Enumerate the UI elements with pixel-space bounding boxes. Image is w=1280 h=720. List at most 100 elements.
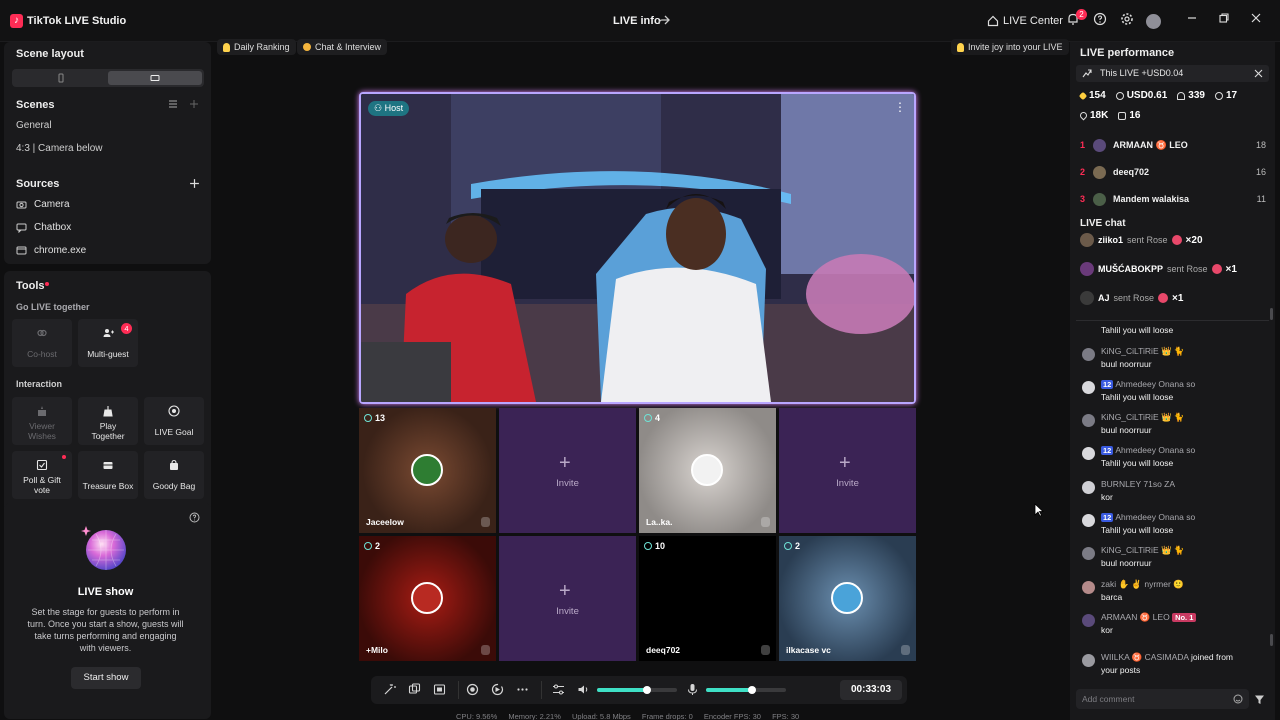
- avatar: [1093, 165, 1106, 179]
- gift-user: ziiko1: [1098, 235, 1124, 245]
- chat-text: buul noorruur: [1101, 558, 1152, 568]
- mic-icon[interactable]: [761, 645, 770, 655]
- mixer-icon[interactable]: [552, 683, 565, 696]
- live-show-desc-line: turn. Once you start a show, guests will: [27, 619, 184, 629]
- slider-knob[interactable]: [748, 686, 756, 694]
- slider-knob[interactable]: [643, 686, 651, 694]
- ranking-row[interactable]: 1 ARMAAN ♉ LEO 18: [1080, 136, 1266, 154]
- treasure-box-button[interactable]: Treasure Box: [78, 451, 138, 499]
- source-camera[interactable]: Camera: [16, 199, 70, 210]
- live-info-title[interactable]: LIVE info: [613, 15, 661, 27]
- mic-icon[interactable]: [761, 517, 770, 527]
- app-title: TikTok LIVE Studio: [27, 15, 127, 27]
- chat-username-line: ARMAAN ♉ LEO No. 1: [1101, 612, 1197, 623]
- goody-bag-button[interactable]: Goody Bag: [144, 451, 204, 499]
- guest-tile-2[interactable]: 4 La..ka.: [639, 408, 776, 533]
- microphone-icon[interactable]: [686, 683, 699, 696]
- multiguest-button[interactable]: 4 Multi-guest: [78, 319, 138, 367]
- cohost-button[interactable]: Co-host: [12, 319, 72, 367]
- record-icon[interactable]: [466, 683, 479, 696]
- play-together-button[interactable]: Play Together: [78, 397, 138, 445]
- poll-gift-vote-button[interactable]: Poll & Gift vote: [12, 451, 72, 499]
- source-chatbox[interactable]: Chatbox: [16, 222, 71, 233]
- tool-label: Goody Bag: [152, 481, 196, 491]
- chat-text: kor: [1101, 492, 1113, 502]
- gift-user: AJ: [1098, 293, 1110, 303]
- layout-toggle[interactable]: [12, 69, 204, 87]
- viewer-wishes-button[interactable]: Viewer Wishes: [12, 397, 72, 445]
- maximize-button[interactable]: [1218, 12, 1236, 30]
- magic-wand-icon[interactable]: [383, 683, 396, 696]
- invite-slot[interactable]: + Invite: [779, 408, 916, 533]
- daily-ranking-chip[interactable]: Daily Ranking: [217, 39, 296, 55]
- restore-icon: [1219, 13, 1229, 23]
- bulb-icon: [957, 42, 964, 52]
- live-center-button[interactable]: LIVE Center: [987, 13, 1063, 29]
- kpi-value: 17: [1225, 90, 1238, 101]
- speaker-icon[interactable]: [577, 683, 590, 696]
- close-icon[interactable]: [1254, 69, 1263, 78]
- minimize-button[interactable]: [1186, 12, 1204, 30]
- add-source-icon[interactable]: [189, 178, 200, 189]
- plus-icon: +: [559, 452, 571, 474]
- multiguest-badge: 4: [121, 323, 132, 334]
- source-chrome[interactable]: chrome.exe: [16, 245, 86, 256]
- chat-scrollbar[interactable]: [1270, 634, 1273, 646]
- invite-slot[interactable]: + Invite: [499, 408, 636, 533]
- guest-avatar: [691, 454, 723, 486]
- invite-joy-chip[interactable]: Invite joy into your LIVE: [951, 39, 1069, 55]
- invite-slot[interactable]: + Invite: [499, 536, 636, 661]
- guest-tile-4[interactable]: 10 deeq702: [639, 536, 776, 661]
- gift-action: sent Rose: [1113, 293, 1155, 303]
- avatar[interactable]: [1146, 14, 1161, 29]
- invite-label: Invite: [556, 606, 579, 617]
- kpi-value: 18K: [1090, 110, 1109, 121]
- help-icon[interactable]: [189, 512, 200, 523]
- mic-icon[interactable]: [901, 645, 910, 655]
- more-options-icon[interactable]: ⋮: [894, 100, 906, 114]
- guest-tile-3[interactable]: 2 +Milo: [359, 536, 496, 661]
- start-show-button[interactable]: Start show: [71, 667, 141, 689]
- comment-input[interactable]: Add comment: [1076, 689, 1249, 709]
- kpi-row-1: 154 USD0.61 339 17: [1078, 90, 1238, 101]
- heart-icon: [1078, 110, 1089, 121]
- landscape-layout-option[interactable]: [108, 71, 202, 85]
- mic-icon[interactable]: [481, 517, 490, 527]
- guest-count-ring-icon: [644, 542, 652, 550]
- notifications-button[interactable]: 2: [1066, 9, 1087, 30]
- help-button[interactable]: [1093, 12, 1111, 30]
- ranking-row[interactable]: 2 deeq702 16: [1080, 163, 1266, 181]
- portrait-layout-option[interactable]: [14, 71, 108, 85]
- source-label: Chatbox: [34, 222, 72, 233]
- add-scene-icon[interactable]: [189, 99, 199, 109]
- mic-icon[interactable]: [481, 645, 490, 655]
- stream-control-bar: 00:33:03: [371, 676, 907, 704]
- rose-icon: [1211, 264, 1222, 274]
- replay-icon[interactable]: [491, 683, 504, 696]
- more-icon[interactable]: [516, 683, 529, 696]
- filter-icon[interactable]: [1254, 694, 1265, 705]
- coin-icon: [1115, 91, 1124, 100]
- ranking-row[interactable]: 3 Mandem walakisa 11: [1080, 190, 1266, 208]
- close-button[interactable]: [1250, 12, 1268, 30]
- share-icon[interactable]: [657, 13, 671, 27]
- effects-icon[interactable]: [408, 683, 421, 696]
- host-video[interactable]: ⚇ Host ⋮: [359, 92, 916, 404]
- guest-tile-5[interactable]: 2 ilkacase vc: [779, 536, 916, 661]
- scene-item-camera-below[interactable]: 4:3 | Camera below: [16, 143, 103, 154]
- mic-volume-slider[interactable]: [706, 686, 786, 694]
- scene-item-general[interactable]: General: [16, 120, 52, 131]
- live-goal-button[interactable]: LIVE Goal: [144, 397, 204, 445]
- list-icon[interactable]: [168, 99, 178, 109]
- emoji-icon[interactable]: [1233, 694, 1243, 704]
- guest-tile-1[interactable]: 13 Jaceelow: [359, 408, 496, 533]
- chat-text: Tahlil you will loose: [1101, 325, 1174, 335]
- speaker-volume-slider[interactable]: [597, 686, 677, 694]
- link-icon: [37, 329, 47, 337]
- gift-scrollbar[interactable]: [1270, 308, 1273, 320]
- layout-icon[interactable]: [433, 683, 446, 696]
- chat-interview-chip[interactable]: Chat & Interview: [297, 39, 388, 55]
- this-live-banner[interactable]: This LIVE +USD0.04: [1076, 65, 1269, 82]
- invite-label: Invite: [556, 478, 579, 489]
- settings-button[interactable]: [1120, 12, 1138, 30]
